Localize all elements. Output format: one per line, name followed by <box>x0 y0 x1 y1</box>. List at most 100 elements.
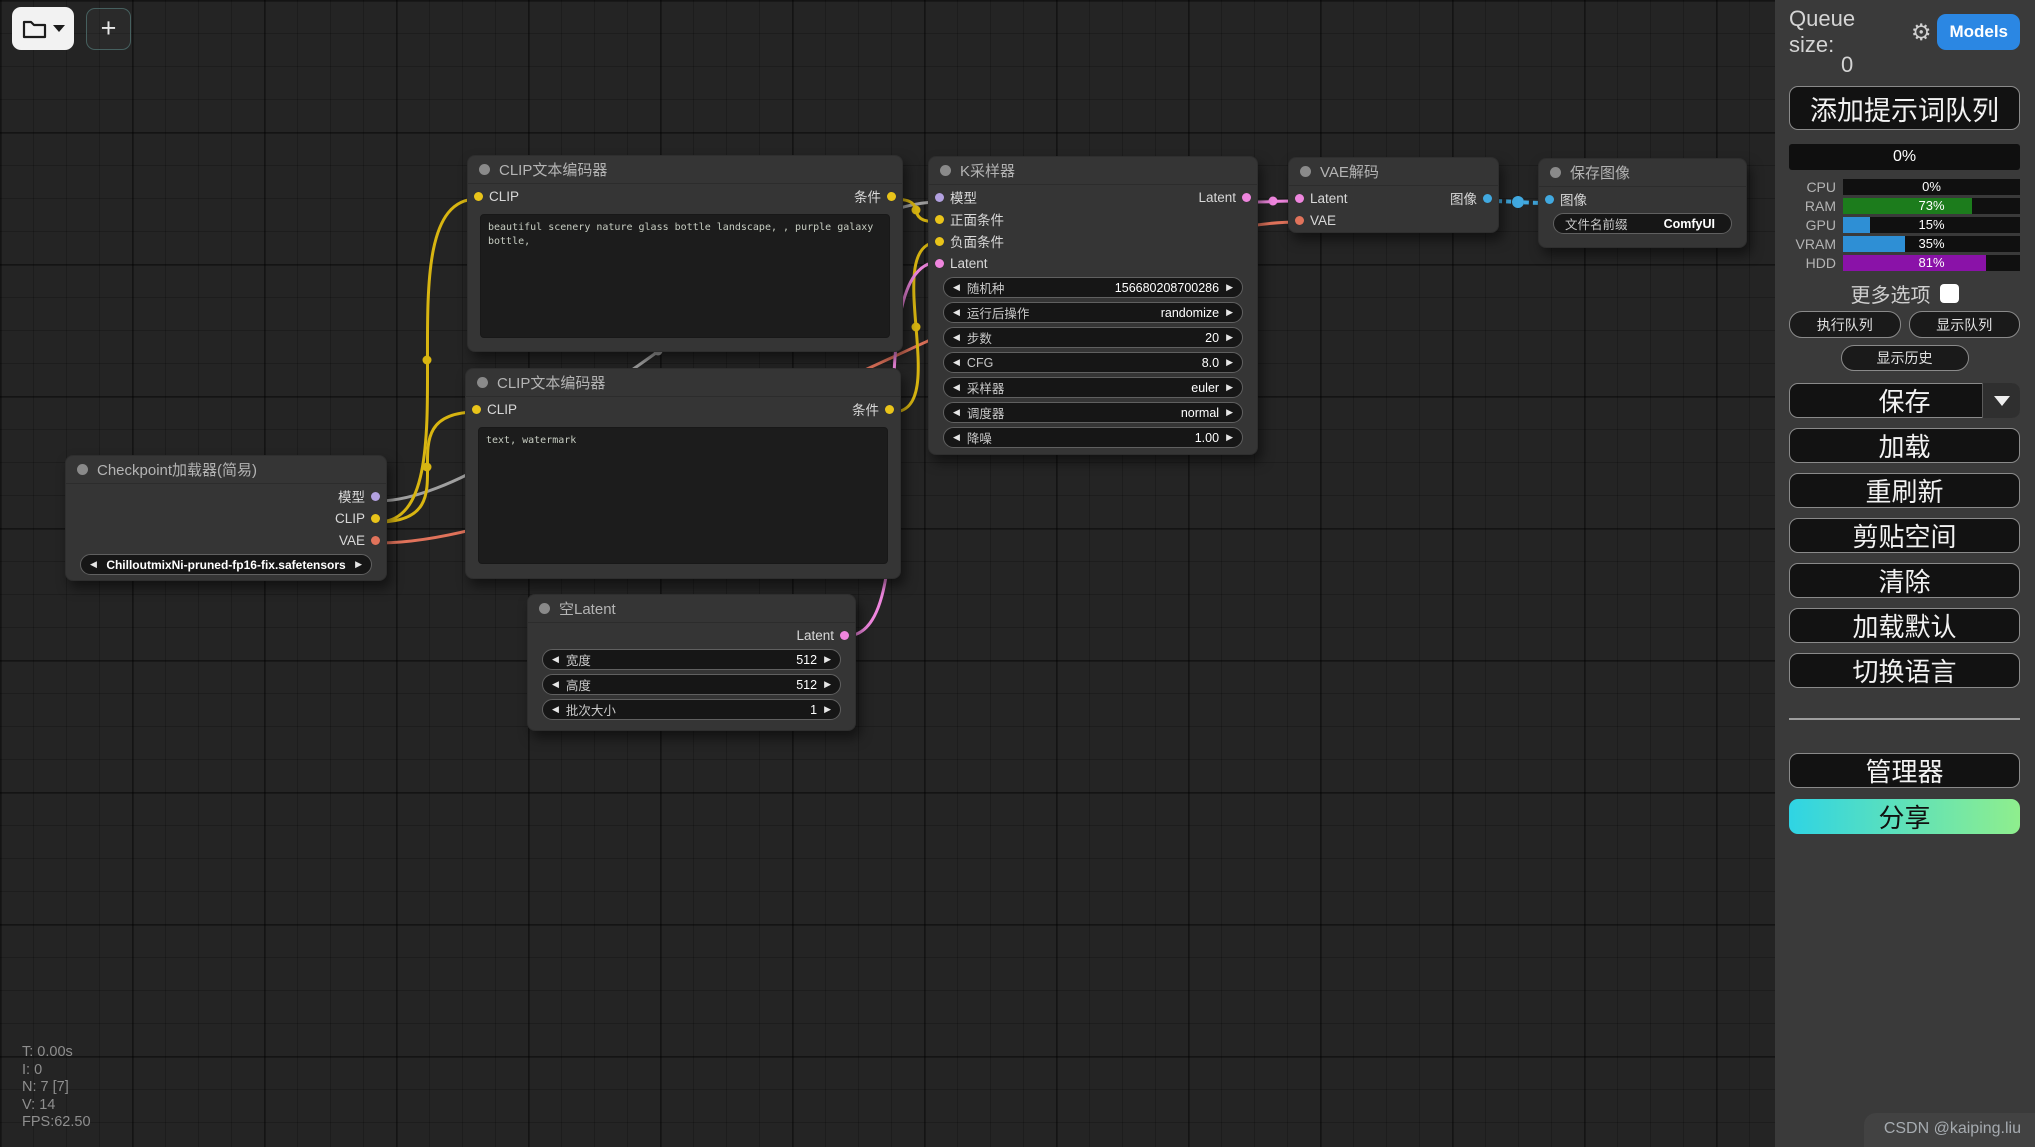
link-midpoint <box>1512 196 1524 208</box>
clip-input-port[interactable] <box>474 192 483 201</box>
increment-arrow-icon[interactable]: ▶ <box>1226 382 1233 393</box>
decrement-arrow-icon[interactable]: ◀ <box>90 559 97 570</box>
progress-bar: 0% <box>1789 144 2020 170</box>
node-save-image[interactable]: 保存图像 图像 文件名前缀 ComfyUI <box>1538 158 1747 248</box>
width-widget[interactable]: ◀宽度512▶ <box>542 649 841 670</box>
increment-arrow-icon[interactable]: ▶ <box>1226 407 1233 418</box>
latent-input-port[interactable] <box>1295 194 1304 203</box>
collapse-dot[interactable] <box>479 164 490 175</box>
collapse-dot[interactable] <box>940 165 951 176</box>
monitor-cpu: CPU 0% <box>1789 178 2020 195</box>
models-button[interactable]: Models <box>1937 14 2020 50</box>
view-history-button[interactable]: 显示历史 <box>1841 345 1969 371</box>
increment-arrow-icon[interactable]: ▶ <box>1226 307 1233 318</box>
settings-gear-icon[interactable]: ⚙ <box>1911 21 1932 44</box>
switch-language-button[interactable]: 切换语言 <box>1789 653 2020 688</box>
increment-arrow-icon[interactable]: ▶ <box>1226 357 1233 368</box>
prompt-textarea[interactable]: text, watermark <box>478 427 888 564</box>
image-output-port[interactable] <box>1483 194 1492 203</box>
increment-arrow-icon[interactable]: ▶ <box>824 679 831 690</box>
increment-arrow-icon[interactable]: ▶ <box>824 654 831 665</box>
node-title: CLIP文本编码器 <box>497 372 605 393</box>
positive-input-port[interactable] <box>935 215 944 224</box>
ckpt-name-widget[interactable]: ◀ ChilloutmixNi-pruned-fp16-fix.safetens… <box>80 554 372 575</box>
workflows-menu-button[interactable] <box>12 7 74 50</box>
steps-widget[interactable]: ◀步数20▶ <box>943 327 1243 348</box>
decrement-arrow-icon[interactable]: ◀ <box>552 679 559 690</box>
load-default-button[interactable]: 加载默认 <box>1789 608 2020 643</box>
increment-arrow-icon[interactable]: ▶ <box>1226 432 1233 443</box>
collapse-dot[interactable] <box>1550 167 1561 178</box>
collapse-dot[interactable] <box>539 603 550 614</box>
clip-output-port[interactable] <box>371 514 380 523</box>
increment-arrow-icon[interactable]: ▶ <box>1226 332 1233 343</box>
decrement-arrow-icon[interactable]: ◀ <box>953 307 960 318</box>
collapse-dot[interactable] <box>477 377 488 388</box>
widget-label: 随机种 <box>967 278 1005 297</box>
node-vae-decode[interactable]: VAE解码 Latent 图像 VAE <box>1288 157 1499 233</box>
image-input-port[interactable] <box>1545 195 1554 204</box>
decrement-arrow-icon[interactable]: ◀ <box>953 332 960 343</box>
save-dropdown-button[interactable] <box>1982 383 2020 418</box>
node-checkpoint-loader[interactable]: Checkpoint加载器(简易) 模型 CLIP VAE ◀ Chillout… <box>65 455 387 581</box>
link-midpoint <box>912 206 921 215</box>
node-clip-encode-positive[interactable]: CLIP文本编码器 CLIP 条件 beautiful scenery natu… <box>467 155 903 352</box>
denoise-widget[interactable]: ◀降噪1.00▶ <box>943 427 1243 448</box>
filename-prefix-widget[interactable]: 文件名前缀 ComfyUI <box>1553 213 1732 234</box>
node-empty-latent[interactable]: 空Latent Latent ◀宽度512▶ ◀高度512▶ ◀批次大小1▶ <box>527 594 856 731</box>
node-clip-encode-negative[interactable]: CLIP文本编码器 CLIP 条件 text, watermark <box>465 368 901 579</box>
decrement-arrow-icon[interactable]: ◀ <box>953 357 960 368</box>
decrement-arrow-icon[interactable]: ◀ <box>552 704 559 715</box>
vae-input-port[interactable] <box>1295 216 1304 225</box>
widget-label: 步数 <box>967 328 992 347</box>
control-after-generate-widget[interactable]: ◀运行后操作randomize▶ <box>943 302 1243 323</box>
load-button[interactable]: 加载 <box>1789 428 2020 463</box>
decrement-arrow-icon[interactable]: ◀ <box>953 382 960 393</box>
sampler-widget[interactable]: ◀采样器euler▶ <box>943 377 1243 398</box>
conditioning-output-port[interactable] <box>887 192 896 201</box>
refresh-button[interactable]: 重刷新 <box>1789 473 2020 508</box>
seed-widget[interactable]: ◀随机种156680208700286▶ <box>943 277 1243 298</box>
decrement-arrow-icon[interactable]: ◀ <box>953 282 960 293</box>
increment-arrow-icon[interactable]: ▶ <box>824 704 831 715</box>
collapse-dot[interactable] <box>1300 166 1311 177</box>
widget-label: 采样器 <box>967 378 1005 397</box>
more-options-checkbox[interactable] <box>1940 284 1959 303</box>
latent-output-port[interactable] <box>840 631 849 640</box>
widget-label: 调度器 <box>967 403 1005 422</box>
node-ksampler[interactable]: K采样器 模型 Latent 正面条件 负面条件 Latent ◀随机种1566… <box>928 156 1258 455</box>
increment-arrow-icon[interactable]: ▶ <box>355 559 362 570</box>
scheduler-widget[interactable]: ◀调度器normal▶ <box>943 402 1243 423</box>
manager-button[interactable]: 管理器 <box>1789 753 2020 788</box>
share-button[interactable]: 分享 <box>1789 799 2020 834</box>
batch-size-widget[interactable]: ◀批次大小1▶ <box>542 699 841 720</box>
height-widget[interactable]: ◀高度512▶ <box>542 674 841 695</box>
negative-input-port[interactable] <box>935 237 944 246</box>
new-workflow-button[interactable]: + <box>86 8 131 50</box>
latent-input-port[interactable] <box>935 259 944 268</box>
model-output-port[interactable] <box>371 492 380 501</box>
view-queue-button[interactable]: 显示队列 <box>1909 311 2021 338</box>
input-label: CLIP <box>487 402 517 417</box>
conditioning-output-port[interactable] <box>885 405 894 414</box>
queue-prompt-button[interactable]: 添加提示词队列 <box>1789 86 2020 130</box>
node-title: CLIP文本编码器 <box>499 159 607 180</box>
collapse-dot[interactable] <box>77 464 88 475</box>
latent-output-port[interactable] <box>1242 193 1251 202</box>
widget-value: 8.0 <box>1202 356 1219 370</box>
vae-output-port[interactable] <box>371 536 380 545</box>
model-input-port[interactable] <box>935 193 944 202</box>
output-label: CLIP <box>335 511 365 526</box>
increment-arrow-icon[interactable]: ▶ <box>1226 282 1233 293</box>
node-graph-canvas[interactable]: + Checkpoint加载器(简易) 模型 CLIP VAE ◀ Chillo… <box>0 0 1775 1147</box>
decrement-arrow-icon[interactable]: ◀ <box>953 432 960 443</box>
decrement-arrow-icon[interactable]: ◀ <box>552 654 559 665</box>
cfg-widget[interactable]: ◀CFG8.0▶ <box>943 352 1243 373</box>
decrement-arrow-icon[interactable]: ◀ <box>953 407 960 418</box>
queue-front-button[interactable]: 执行队列 <box>1789 311 1901 338</box>
clipspace-button[interactable]: 剪贴空间 <box>1789 518 2020 553</box>
clear-button[interactable]: 清除 <box>1789 563 2020 598</box>
widget-label: 高度 <box>566 675 591 694</box>
clip-input-port[interactable] <box>472 405 481 414</box>
prompt-textarea[interactable]: beautiful scenery nature glass bottle la… <box>480 214 890 338</box>
